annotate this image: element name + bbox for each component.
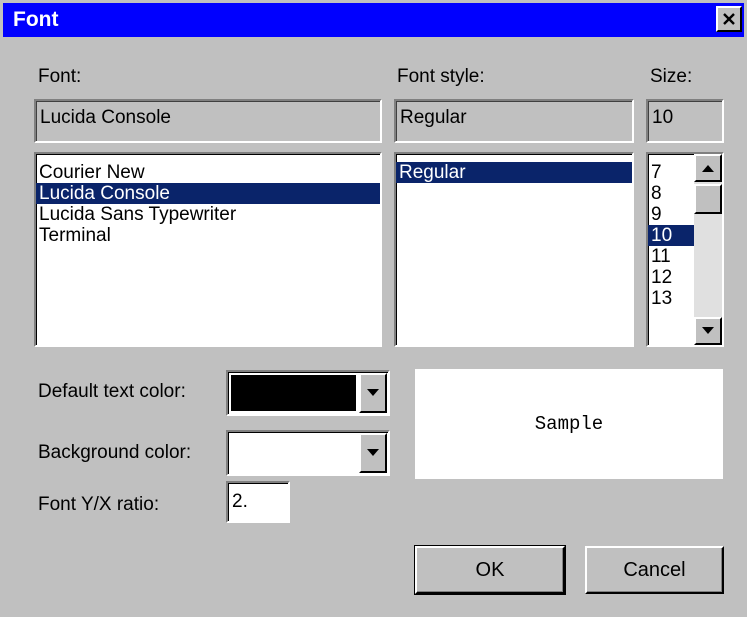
close-icon — [723, 13, 735, 25]
close-button[interactable] — [716, 6, 742, 32]
text-color-combo[interactable] — [226, 370, 390, 416]
background-color-combo[interactable] — [226, 430, 390, 476]
font-name-field[interactable]: Lucida Console — [34, 99, 382, 143]
arrow-down-icon — [702, 327, 714, 334]
size-list-item[interactable]: 8 — [648, 183, 694, 204]
sample-preview: Sample — [415, 369, 723, 479]
chevron-down-icon — [367, 389, 379, 396]
size-list[interactable]: 7 8 9 10 11 12 13 — [646, 152, 724, 347]
font-label: Font: — [38, 66, 82, 87]
title-bar[interactable]: Font — [3, 3, 744, 37]
font-ratio-label: Font Y/X ratio: — [38, 494, 160, 515]
background-color-swatch — [231, 435, 356, 471]
font-ratio-input[interactable] — [226, 481, 290, 523]
size-list-item[interactable]: 7 — [648, 162, 694, 183]
text-color-dropdown-button[interactable] — [359, 373, 387, 413]
font-style-list-item[interactable]: Regular — [396, 162, 632, 183]
font-style-label: Font style: — [397, 66, 485, 87]
font-style-list[interactable]: Regular — [394, 152, 634, 347]
sample-text: Sample — [534, 413, 604, 435]
size-list-item[interactable]: 10 — [648, 225, 694, 246]
size-list-item[interactable]: 9 — [648, 204, 694, 225]
chevron-down-icon — [367, 449, 379, 456]
size-list-item[interactable]: 13 — [648, 288, 694, 309]
scroll-up-button[interactable] — [694, 154, 722, 182]
size-list-item[interactable]: 11 — [648, 246, 694, 267]
font-list[interactable]: Courier New Lucida Console Lucida Sans Typ… — [34, 152, 382, 347]
scroll-thumb[interactable] — [694, 184, 722, 214]
arrow-up-icon — [702, 165, 714, 172]
size-list-item[interactable]: 12 — [648, 267, 694, 288]
scroll-down-button[interactable] — [694, 317, 722, 345]
font-style-field[interactable]: Regular — [394, 99, 634, 143]
size-scrollbar[interactable] — [694, 154, 722, 345]
cancel-button[interactable]: Cancel — [585, 546, 724, 594]
font-dialog: Font Font: Lucida Console Courier New Luc… — [0, 0, 747, 617]
ok-button[interactable]: OK — [414, 545, 566, 595]
font-list-item[interactable]: Lucida Sans Typewriter — [36, 204, 380, 225]
size-label: Size: — [650, 66, 693, 87]
text-color-label: Default text color: — [38, 381, 186, 402]
size-field[interactable]: 10 — [646, 99, 724, 143]
font-list-item[interactable]: Lucida Console — [36, 183, 380, 204]
font-list-item[interactable]: Terminal — [36, 225, 380, 246]
background-color-label: Background color: — [38, 442, 192, 463]
dialog-title: Font — [13, 8, 59, 31]
background-color-dropdown-button[interactable] — [359, 433, 387, 473]
text-color-swatch — [231, 375, 356, 411]
font-list-item[interactable]: Courier New — [36, 162, 380, 183]
